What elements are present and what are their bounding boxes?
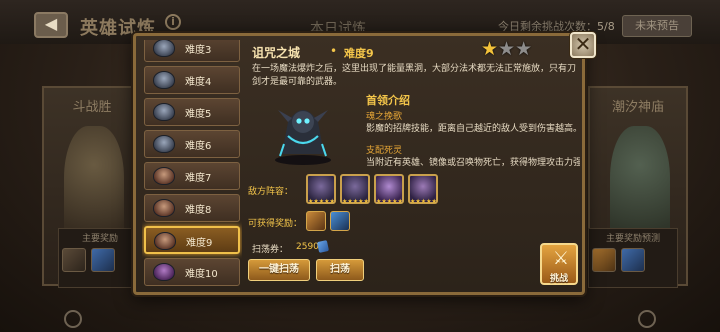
star-empty-icon: ★ [498, 38, 516, 60]
difficulty-badge-icon [153, 103, 175, 121]
left-panel-label: 斗战胜 [72, 100, 112, 115]
difficulty-badge-icon [153, 167, 175, 185]
difficulty-item-6[interactable]: 难度6 [144, 130, 240, 158]
difficulty-item-7[interactable]: 难度7 [144, 162, 240, 190]
level-name: 诅咒之城 [252, 46, 301, 60]
title-separator: • [330, 44, 338, 58]
level-description: 在一场魔法爆炸之后，这里出现了能量黑洞，大部分法术都无法正常施放，只有刀剑才是最… [252, 64, 577, 87]
difficulty-label: 难度8 [185, 205, 212, 216]
corner-ornament-right [638, 310, 656, 328]
left-reward-item-1 [62, 248, 86, 272]
reward-item-2[interactable] [330, 211, 350, 231]
back-arrow-icon: ◀ [44, 14, 58, 33]
skill-2-desc: 当附近有英雄、镜像或召唤物死亡，获得物理攻击力强化 [366, 158, 580, 168]
boss-intro-title: 首领介绍 [366, 94, 410, 107]
difficulty-label: 难度9 [186, 238, 213, 249]
corner-ornament-left [64, 310, 82, 328]
sweep-all-button[interactable]: 一键扫荡 [248, 259, 310, 281]
difficulty-badge-icon [153, 135, 175, 153]
enemy-star-rating: ★★★★★ [308, 198, 335, 205]
close-icon: ✕ [574, 32, 592, 56]
challenge-label: 挑战 [549, 274, 568, 284]
enemy-hero-slot-4[interactable]: ★★★★★ [408, 174, 438, 205]
difficulty-badge-icon [153, 71, 175, 89]
difficulty-badge-icon [154, 232, 176, 250]
difficulty-item-5[interactable]: 难度5 [144, 98, 240, 126]
enemy-star-rating: ★★★★★ [376, 198, 403, 205]
enemy-hero-slot-1[interactable]: ★★★★★ [306, 174, 336, 205]
sweep-button[interactable]: 扫荡 [316, 259, 364, 281]
difficulty-label: 难度4 [185, 77, 212, 88]
sweep-ticket-count: 2590 [296, 242, 319, 252]
enemy-star-rating: ★★★★★ [410, 198, 437, 205]
remaining-attempts: 今日剩余挑战次数：5/8 [498, 18, 615, 34]
enemy-hero-slot-2[interactable]: ★★★★★ [340, 174, 370, 205]
difficulty-badge-icon [153, 263, 175, 281]
level-difficulty: 难度9 [344, 47, 374, 60]
enemy-lineup-label: 敌方阵容： [248, 187, 294, 197]
difficulty-item-3[interactable]: 难度3 [144, 40, 240, 62]
difficulty-item-9[interactable]: 难度9 [144, 226, 240, 254]
difficulty-badge-icon [153, 199, 175, 217]
reward-item-1[interactable] [306, 211, 326, 231]
difficulty-label: 难度5 [185, 109, 212, 120]
left-rewards-strip: 主要奖励 [58, 228, 142, 288]
challenge-button[interactable]: ⚔ 挑战 [540, 243, 578, 285]
difficulty-label: 难度7 [185, 173, 212, 184]
difficulty-item-8[interactable]: 难度8 [144, 194, 240, 222]
rewards-label: 可获得奖励： [248, 219, 303, 229]
info-icon[interactable]: i [165, 14, 181, 30]
difficulty-item-4[interactable]: 难度4 [144, 66, 240, 94]
back-button[interactable]: ◀ [34, 12, 68, 38]
trial-detail-panel: 诅咒之城 • 难度9 ★★★ 在一场魔法爆炸之后，这里出现了能量黑洞，大部分法术… [248, 36, 582, 292]
right-reward-item-1 [592, 248, 616, 272]
right-panel-label: 潮汐神庙 [611, 100, 664, 115]
remaining-value: 5/8 [597, 20, 615, 33]
right-reward-item-2 [621, 248, 645, 272]
crossed-swords-icon: ⚔ [552, 248, 570, 269]
difficulty-item-10[interactable]: 难度10 [144, 258, 240, 286]
enemy-star-rating: ★★★★★ [342, 198, 369, 205]
right-rewards-label: 主要奖励预测 [605, 234, 660, 244]
star-empty-icon: ★ [515, 38, 533, 60]
sweep-ticket-icon [316, 240, 330, 253]
difficulty-label: 难度3 [185, 45, 212, 56]
trial-detail-dialog: 难度3 难度4 难度5 难度6 难度7 难度8 难度9 难度10 诅咒之城 • … [133, 33, 585, 295]
left-reward-item-2 [91, 248, 115, 272]
star-filled-icon: ★ [481, 38, 499, 60]
right-rewards-strip: 主要奖励预测 [588, 228, 678, 288]
left-rewards-label: 主要奖励 [81, 234, 118, 244]
difficulty-badge-icon [153, 40, 175, 57]
close-button[interactable]: ✕ [570, 32, 596, 58]
sweep-ticket-label: 扫荡券： [252, 245, 289, 255]
coming-soon-button[interactable]: 未来预告 [622, 15, 692, 37]
star-rating: ★★★ [481, 38, 532, 60]
skill-1-desc: 影魔的招牌技能，距离自己越近的敌人受到伤害越高。 [366, 124, 580, 134]
enemy-hero-slot-3[interactable]: ★★★★★ [374, 174, 404, 205]
difficulty-label: 难度10 [185, 269, 218, 280]
difficulty-list[interactable]: 难度3 难度4 难度5 难度6 难度7 难度8 难度9 难度10 [142, 40, 242, 290]
difficulty-label: 难度6 [185, 141, 212, 152]
boss-portrait [275, 110, 331, 165]
